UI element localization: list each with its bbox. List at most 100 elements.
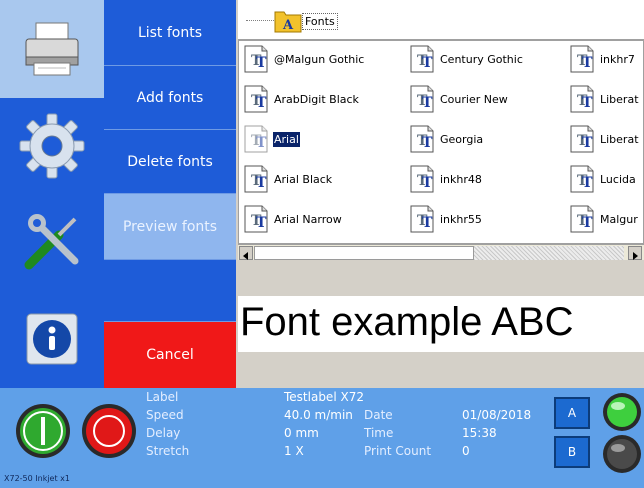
svg-text:T: T <box>256 95 267 111</box>
svg-text:T: T <box>582 215 593 231</box>
device-id-label: X72-50 Inkjet x1 <box>4 474 70 483</box>
delay-value: 0 mm <box>284 426 319 440</box>
head-a-button[interactable]: A <box>554 397 590 429</box>
settings-gear-icon[interactable] <box>0 98 104 194</box>
tools-icon[interactable] <box>0 194 104 290</box>
cancel-button[interactable]: Cancel <box>104 322 236 388</box>
truetype-file-icon: TT <box>570 205 594 233</box>
font-file-label: inkhr7 <box>600 52 635 66</box>
truetype-file-icon: TT <box>410 85 434 113</box>
status-bar: Label Speed Delay Stretch Testlabel X72 … <box>0 388 644 488</box>
svg-text:T: T <box>582 55 593 71</box>
truetype-file-icon: TT <box>410 165 434 193</box>
svg-text:A: A <box>282 18 294 33</box>
svg-text:T: T <box>256 55 267 71</box>
truetype-file-icon: TT <box>244 205 268 233</box>
font-file-item[interactable]: T T inkhr55 <box>409 203 483 235</box>
empty-menu-slot <box>104 260 236 322</box>
delete-fonts-button[interactable]: Delete fonts <box>104 130 236 194</box>
font-file-item[interactable]: T T Century Gothic <box>409 43 524 75</box>
font-file-label: Arial Narrow <box>274 212 342 226</box>
font-menu: List fonts Add fonts Delete fonts Previe… <box>104 0 236 388</box>
svg-text:T: T <box>256 175 267 191</box>
horizontal-scrollbar[interactable] <box>238 244 644 260</box>
speed-key: Speed <box>146 408 184 422</box>
truetype-file-icon: TT <box>244 45 268 73</box>
font-file-item[interactable]: T T Arial Narrow <box>243 203 343 235</box>
stretch-value: 1 X <box>284 444 304 458</box>
svg-text:T: T <box>582 95 593 111</box>
scroll-left-button[interactable] <box>239 246 253 260</box>
truetype-file-icon: TT <box>570 85 594 113</box>
font-file-item[interactable]: T T Malgur <box>569 203 639 235</box>
font-file-label: @Malgun Gothic <box>274 52 365 66</box>
font-file-item[interactable]: T T ArabDigit Black <box>243 83 360 115</box>
head-b-button[interactable]: B <box>554 436 590 468</box>
app-window: List fonts Add fonts Delete fonts Previe… <box>0 0 644 488</box>
font-file-list[interactable]: T T @Malgun Gothic T T ArabDigit Black T T Arial… <box>238 40 644 244</box>
font-browser-panel: A Fonts T T @Malgun Gothic T T ArabDigit Blac… <box>236 0 644 388</box>
font-preview-text: Font example ABC <box>240 300 574 344</box>
svg-text:T: T <box>582 135 593 151</box>
svg-text:T: T <box>582 175 593 191</box>
preview-fonts-button[interactable]: Preview fonts <box>104 194 236 260</box>
font-file-label: Arial <box>273 131 300 147</box>
add-fonts-button[interactable]: Add fonts <box>104 66 236 130</box>
start-button[interactable] <box>14 402 72 460</box>
font-file-item[interactable]: T T Lucida <box>569 163 637 195</box>
scroll-right-button[interactable] <box>628 246 642 260</box>
font-file-label: Arial Black <box>274 172 333 186</box>
folder-label[interactable]: Fonts <box>302 13 338 30</box>
truetype-file-icon: TT <box>570 125 594 153</box>
font-file-item[interactable]: T T Courier New <box>409 83 509 115</box>
truetype-file-icon: TT <box>244 85 268 113</box>
font-file-label: Malgur <box>600 212 638 226</box>
delay-key: Delay <box>146 426 181 440</box>
font-file-label: Liberat <box>600 132 639 146</box>
scrollbar-thumb[interactable] <box>254 246 474 260</box>
font-folder-icon[interactable]: A <box>274 7 302 33</box>
font-file-label: inkhr48 <box>440 172 482 186</box>
printer-icon[interactable] <box>0 0 104 98</box>
svg-text:T: T <box>422 55 433 71</box>
truetype-file-icon: TT <box>570 165 594 193</box>
font-file-item[interactable]: T T Arial <box>243 123 300 155</box>
font-file-label: Century Gothic <box>440 52 523 66</box>
font-file-item[interactable]: T T Liberat <box>569 83 640 115</box>
font-file-item[interactable]: T T inkhr7 <box>569 43 636 75</box>
truetype-file-icon: TT <box>570 45 594 73</box>
status-lamp-green-icon <box>603 393 641 431</box>
svg-text:T: T <box>256 135 267 151</box>
font-file-label: inkhr55 <box>440 212 482 226</box>
info-icon[interactable] <box>0 290 104 388</box>
font-file-label: Georgia <box>440 132 484 146</box>
svg-text:T: T <box>422 175 433 191</box>
font-preview-area: Font example ABC <box>238 296 644 352</box>
time-value: 15:38 <box>462 426 497 440</box>
font-file-item[interactable]: T T inkhr48 <box>409 163 483 195</box>
font-file-item[interactable]: T T Liberat <box>569 123 640 155</box>
icon-sidebar <box>0 0 104 388</box>
font-file-item[interactable]: T T Georgia <box>409 123 484 155</box>
date-key: Date <box>364 408 393 422</box>
font-file-label: Courier New <box>440 92 508 106</box>
truetype-file-icon: TT <box>244 165 268 193</box>
label-value: Testlabel X72 <box>284 390 364 404</box>
print-count-key: Print Count <box>364 444 432 458</box>
speed-value: 40.0 m/min <box>284 408 353 422</box>
folder-tree: A Fonts <box>238 0 644 40</box>
list-fonts-button[interactable]: List fonts <box>104 0 236 66</box>
font-file-item[interactable]: T T @Malgun Gothic <box>243 43 365 75</box>
stop-button[interactable] <box>80 402 138 460</box>
font-file-label: Liberat <box>600 92 639 106</box>
truetype-file-icon: TT <box>410 205 434 233</box>
print-count-value: 0 <box>462 444 470 458</box>
tree-connector <box>246 20 274 21</box>
font-file-label: ArabDigit Black <box>274 92 359 106</box>
svg-text:T: T <box>256 215 267 231</box>
svg-text:T: T <box>422 215 433 231</box>
status-lamp-off-icon <box>603 435 641 473</box>
scrollbar-track[interactable] <box>474 246 624 260</box>
font-file-item[interactable]: T T Arial Black <box>243 163 333 195</box>
svg-text:T: T <box>422 95 433 111</box>
